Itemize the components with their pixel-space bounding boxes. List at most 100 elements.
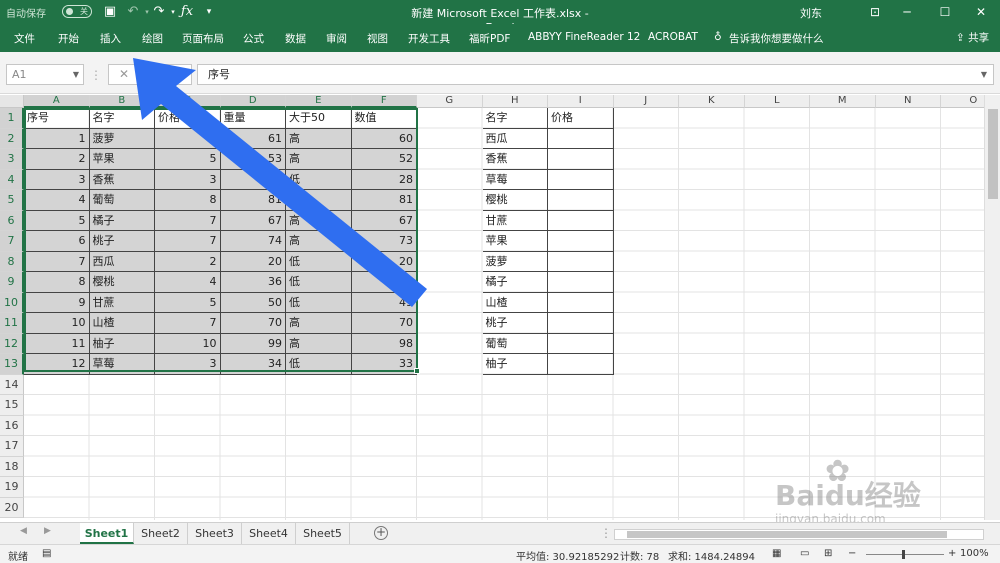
cell-d8[interactable]: 20 (220, 251, 286, 272)
column-header-h[interactable]: H (482, 95, 548, 108)
cell-f11[interactable]: 70 (351, 313, 417, 334)
cell-f12[interactable]: 98 (351, 333, 417, 354)
column-header-a[interactable]: A (24, 95, 90, 108)
cell-i10[interactable] (548, 292, 614, 313)
column-header-j[interactable]: J (613, 95, 679, 108)
cell-h5[interactable]: 樱桃 (482, 190, 548, 211)
prev-sheet-icon[interactable]: ◀ (20, 526, 27, 536)
row-header-17[interactable]: 17 (0, 436, 24, 457)
row-header-3[interactable]: 3 (0, 149, 24, 170)
cell-d11[interactable]: 70 (220, 313, 286, 334)
user-name[interactable]: 刘东 (800, 5, 822, 21)
zoom-level[interactable]: 100% (960, 548, 989, 559)
customize-qat-icon[interactable]: ▾ (200, 3, 218, 21)
cell-f9[interactable]: 36 (351, 272, 417, 293)
row-header-20[interactable]: 20 (0, 497, 24, 518)
cell-e2[interactable]: 高 (286, 128, 352, 149)
cell-c6[interactable]: 7 (155, 210, 221, 231)
cell-h12[interactable]: 葡萄 (482, 333, 548, 354)
cell-b5[interactable]: 葡萄 (89, 190, 155, 211)
cell-d13[interactable]: 34 (220, 354, 286, 375)
vertical-scroll-thumb[interactable] (988, 109, 998, 199)
add-sheet-icon[interactable]: + (374, 526, 388, 540)
function-icon[interactable]: ƒx (178, 3, 196, 21)
cell-a5[interactable]: 4 (24, 190, 90, 211)
cell-b1[interactable]: 名字 (89, 108, 155, 129)
zoom-out-icon[interactable]: − (848, 548, 856, 559)
cell-h6[interactable]: 甘蔗 (482, 210, 548, 231)
row-header-13[interactable]: 13 (0, 354, 24, 375)
minimize-icon[interactable]: ─ (896, 2, 918, 22)
enter-icon[interactable]: ✓ (147, 67, 157, 81)
tab-insert[interactable]: 插入 (100, 31, 121, 46)
cell-b11[interactable]: 山楂 (89, 313, 155, 334)
tab-page-layout[interactable]: 页面布局 (182, 31, 224, 46)
cell-a13[interactable]: 12 (24, 354, 90, 375)
column-header-m[interactable]: M (810, 95, 876, 108)
cell-f5[interactable]: 81 (351, 190, 417, 211)
tab-file[interactable]: 文件 (14, 31, 35, 46)
cell-f4[interactable]: 28 (351, 169, 417, 190)
tab-foxit-pdf[interactable]: 福昕PDF (469, 31, 510, 46)
cell-h11[interactable]: 桃子 (482, 313, 548, 334)
cell-a9[interactable]: 8 (24, 272, 90, 293)
row-header-2[interactable]: 2 (0, 128, 24, 149)
cell-b9[interactable]: 樱桃 (89, 272, 155, 293)
row-header-8[interactable]: 8 (0, 251, 24, 272)
cell-h10[interactable]: 山楂 (482, 292, 548, 313)
cell-h13[interactable]: 柚子 (482, 354, 548, 375)
tab-formulas[interactable]: 公式 (243, 31, 264, 46)
sheet-tab-sheet1[interactable]: Sheet1 (80, 523, 134, 544)
cell-f10[interactable]: 49 (351, 292, 417, 313)
cell-i5[interactable] (548, 190, 614, 211)
next-sheet-icon[interactable]: ▶ (44, 526, 51, 536)
cell-c2[interactable]: 6 (155, 128, 221, 149)
cell-e5[interactable]: 高 (286, 190, 352, 211)
cell-a3[interactable]: 2 (24, 149, 90, 170)
row-header-10[interactable]: 10 (0, 292, 24, 313)
cell-b8[interactable]: 西瓜 (89, 251, 155, 272)
cell-b13[interactable]: 草莓 (89, 354, 155, 375)
cell-d1[interactable]: 重量 (220, 108, 286, 129)
cell-h8[interactable]: 菠萝 (482, 251, 548, 272)
cell-a2[interactable]: 1 (24, 128, 90, 149)
cell-i4[interactable] (548, 169, 614, 190)
column-header-i[interactable]: I (548, 95, 614, 108)
tell-me-search[interactable]: 告诉我你想要做什么 (729, 31, 824, 46)
sheet-tab-sheet3[interactable]: Sheet3 (188, 523, 242, 544)
cell-e4[interactable]: 低 (286, 169, 352, 190)
column-header-c[interactable]: C (155, 95, 221, 108)
cell-d2[interactable]: 61 (220, 128, 286, 149)
status-count[interactable]: 计数: 78 (620, 548, 659, 563)
cell-d7[interactable]: 74 (220, 231, 286, 252)
row-header-4[interactable]: 4 (0, 169, 24, 190)
column-header-f[interactable]: F (351, 95, 417, 108)
cell-d6[interactable]: 67 (220, 210, 286, 231)
column-header-g[interactable]: G (417, 95, 483, 108)
cell-f1[interactable]: 数值 (351, 108, 417, 129)
column-header-n[interactable]: N (875, 95, 941, 108)
tab-view[interactable]: 视图 (367, 31, 388, 46)
column-header-k[interactable]: K (679, 95, 745, 108)
cell-a12[interactable]: 11 (24, 333, 90, 354)
cell-c10[interactable]: 5 (155, 292, 221, 313)
cell-h2[interactable]: 西瓜 (482, 128, 548, 149)
tab-home[interactable]: 开始 (58, 31, 79, 46)
cell-h4[interactable]: 草莓 (482, 169, 548, 190)
cell-c9[interactable]: 4 (155, 272, 221, 293)
zoom-in-icon[interactable]: + (948, 548, 956, 559)
cell-b10[interactable]: 甘蔗 (89, 292, 155, 313)
insert-function-icon[interactable]: ƒx (173, 67, 184, 81)
cell-h3[interactable]: 香蕉 (482, 149, 548, 170)
cell-c4[interactable]: 3 (155, 169, 221, 190)
cell-i12[interactable] (548, 333, 614, 354)
cell-f8[interactable]: 20 (351, 251, 417, 272)
cell-d12[interactable]: 99 (220, 333, 286, 354)
cell-a4[interactable]: 3 (24, 169, 90, 190)
cell-a11[interactable]: 10 (24, 313, 90, 334)
cell-c7[interactable]: 7 (155, 231, 221, 252)
cell-b2[interactable]: 菠萝 (89, 128, 155, 149)
cell-e12[interactable]: 高 (286, 333, 352, 354)
tabs-splitter-icon[interactable]: ⋮ (600, 526, 612, 540)
cell-c13[interactable]: 3 (155, 354, 221, 375)
